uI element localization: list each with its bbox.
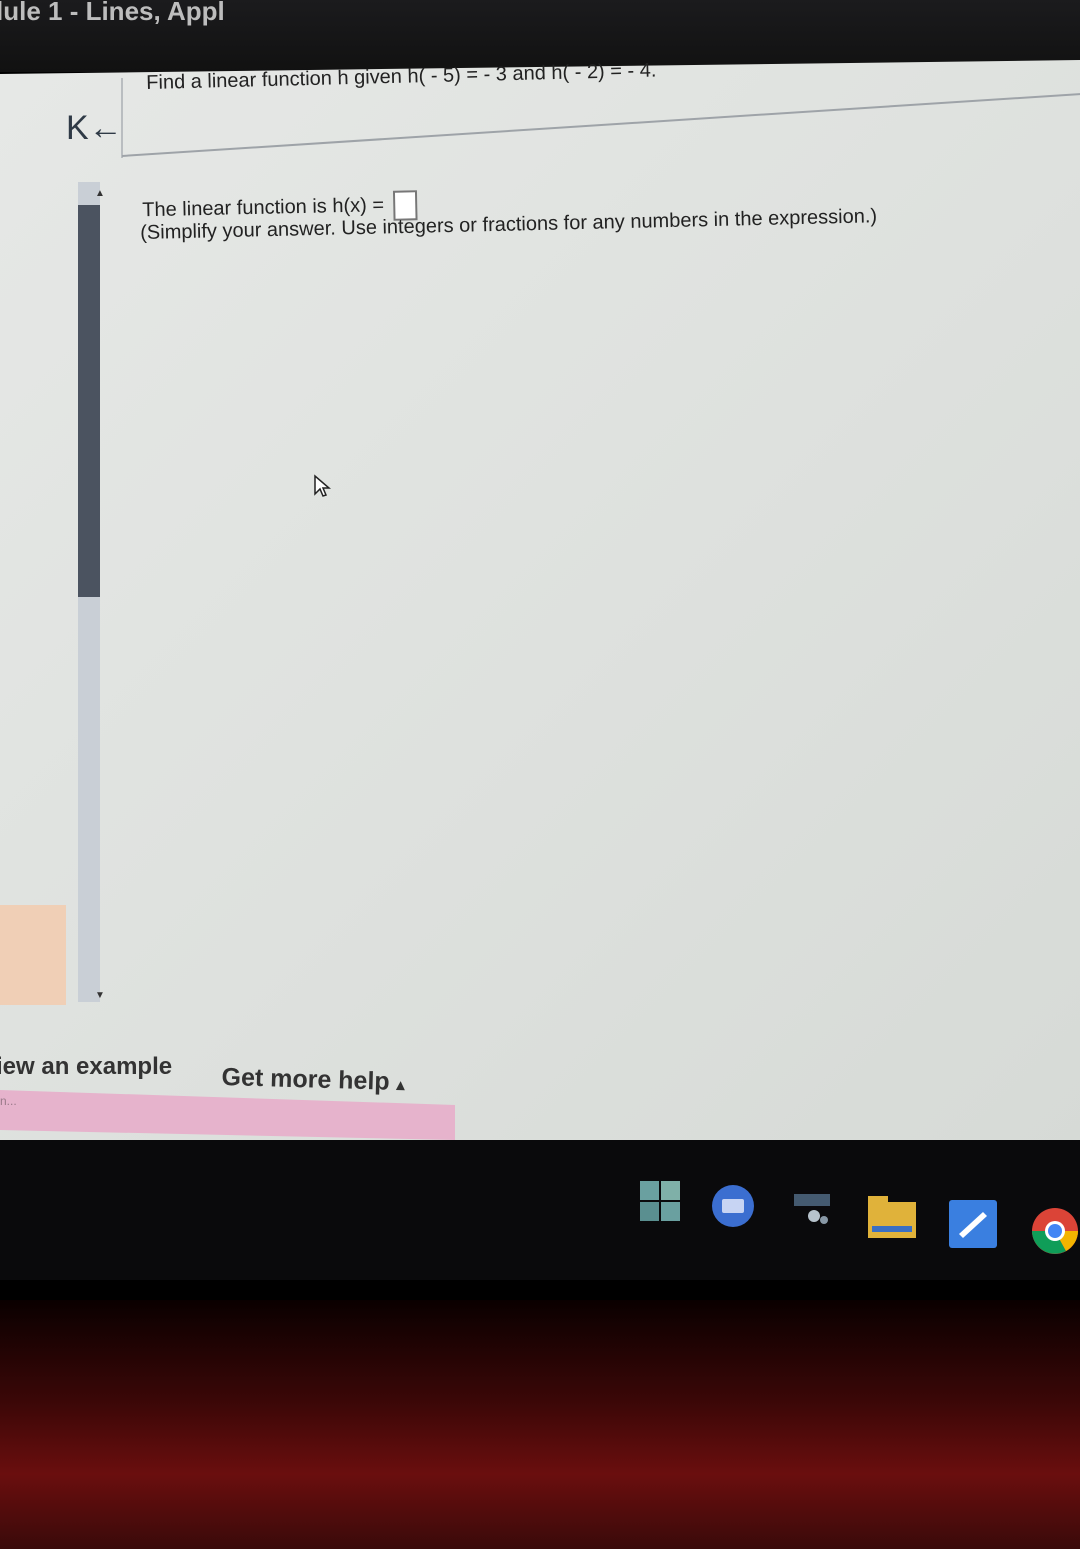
window-title: lule 1 - Lines, Appl — [0, 0, 225, 26]
get-more-help-button[interactable]: Get more help ▴ — [221, 1063, 405, 1097]
scroll-up-arrow-icon[interactable]: ▲ — [95, 188, 105, 199]
status-bar-text: n... — [0, 1094, 17, 1108]
mouse-cursor-icon — [314, 474, 331, 497]
meet-icon[interactable] — [711, 1184, 755, 1228]
back-to-first-button[interactable]: K← — [66, 108, 123, 148]
get-more-help-label: Get more help — [221, 1063, 391, 1096]
caret-up-icon: ▴ — [396, 1076, 405, 1095]
desk-background — [0, 1300, 1080, 1549]
question-divider-vertical — [121, 78, 123, 158]
scroll-down-arrow-icon[interactable]: ▼ — [95, 990, 105, 1001]
browser-tab-bar: lule 1 - Lines, Appl — [0, 0, 1080, 72]
docs-icon[interactable] — [949, 1200, 997, 1248]
left-panel-highlight — [0, 905, 66, 1005]
chrome-icon[interactable] — [1030, 1206, 1080, 1256]
scrollbar-thumb[interactable] — [78, 205, 100, 597]
files-icon[interactable] — [868, 1196, 916, 1240]
windows-grid-icon[interactable] — [639, 1180, 681, 1222]
taskbar — [0, 1140, 1080, 1280]
app-icon[interactable] — [792, 1190, 832, 1230]
first-page-icon: K← — [66, 109, 123, 147]
view-example-link[interactable]: iew an example — [0, 1053, 172, 1081]
